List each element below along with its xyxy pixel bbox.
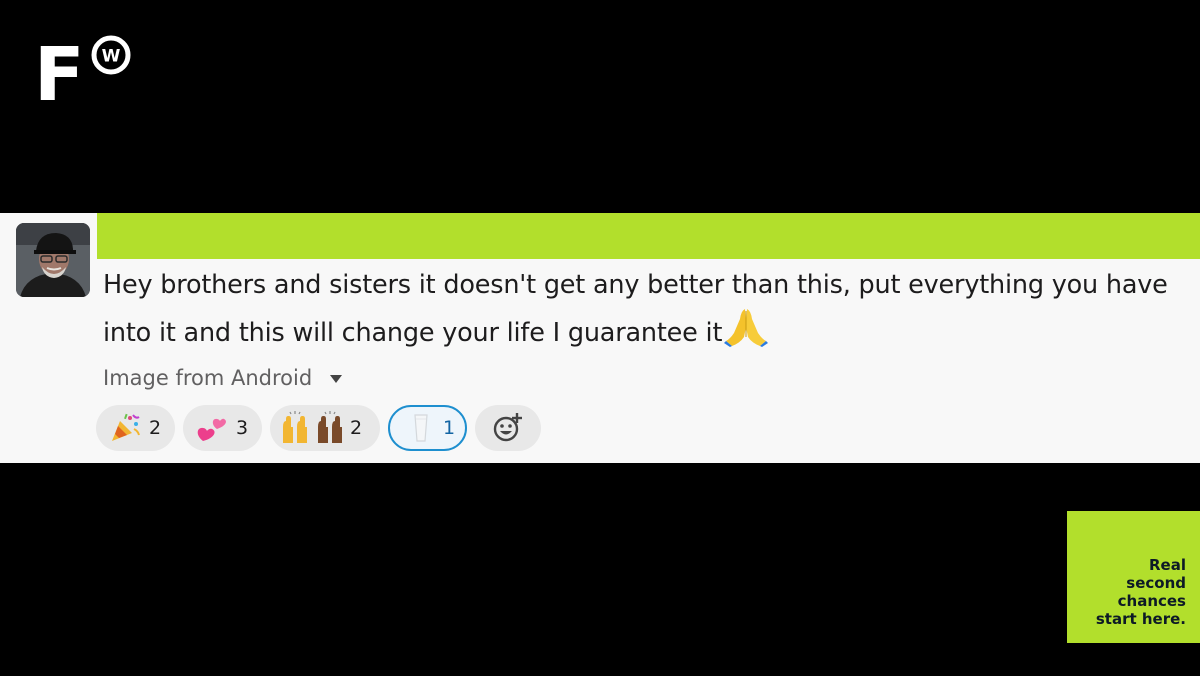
avatar[interactable] [16,223,90,297]
logo-badge-letter: W [102,47,121,67]
reaction-count: 2 [149,417,162,439]
logo-letter: F [34,32,85,118]
reaction-count: 2 [350,417,363,439]
two-hearts-icon [197,418,226,441]
raised-hands-icon [283,411,342,443]
add-reaction-button[interactable] [475,405,541,451]
attachment-toggle[interactable]: Image from Android [103,363,343,393]
logo-badge-icon: W [91,35,131,75]
reaction-raised-hands[interactable]: 2 [270,405,380,451]
attachment-label: Image from Android [103,366,313,390]
highlight-bar [97,213,1200,259]
party-popper-icon [112,413,140,441]
tagline-text: Real second chances start here. [1095,556,1186,628]
message-text: Hey brothers and sisters it doesn't get … [103,270,1168,348]
add-reaction-icon [493,413,522,442]
glass-icon [414,414,428,442]
reaction-party-popper[interactable]: 2 [96,405,175,451]
reaction-two-hearts[interactable]: 3 [183,405,262,451]
message-body: Hey brothers and sisters it doesn't get … [103,263,1193,355]
reaction-count: 1 [443,417,456,439]
reaction-glass[interactable]: 1 [388,405,467,451]
caret-down-icon [330,375,343,383]
folded-hands-emoji-icon [724,309,769,347]
tagline-box: Real second chances start here. [1067,511,1200,643]
brand-logo: F W [34,32,144,118]
reaction-count: 3 [236,417,249,439]
avatar-photo-icon [16,223,90,297]
message-card: Hey brothers and sisters it doesn't get … [0,213,1200,463]
